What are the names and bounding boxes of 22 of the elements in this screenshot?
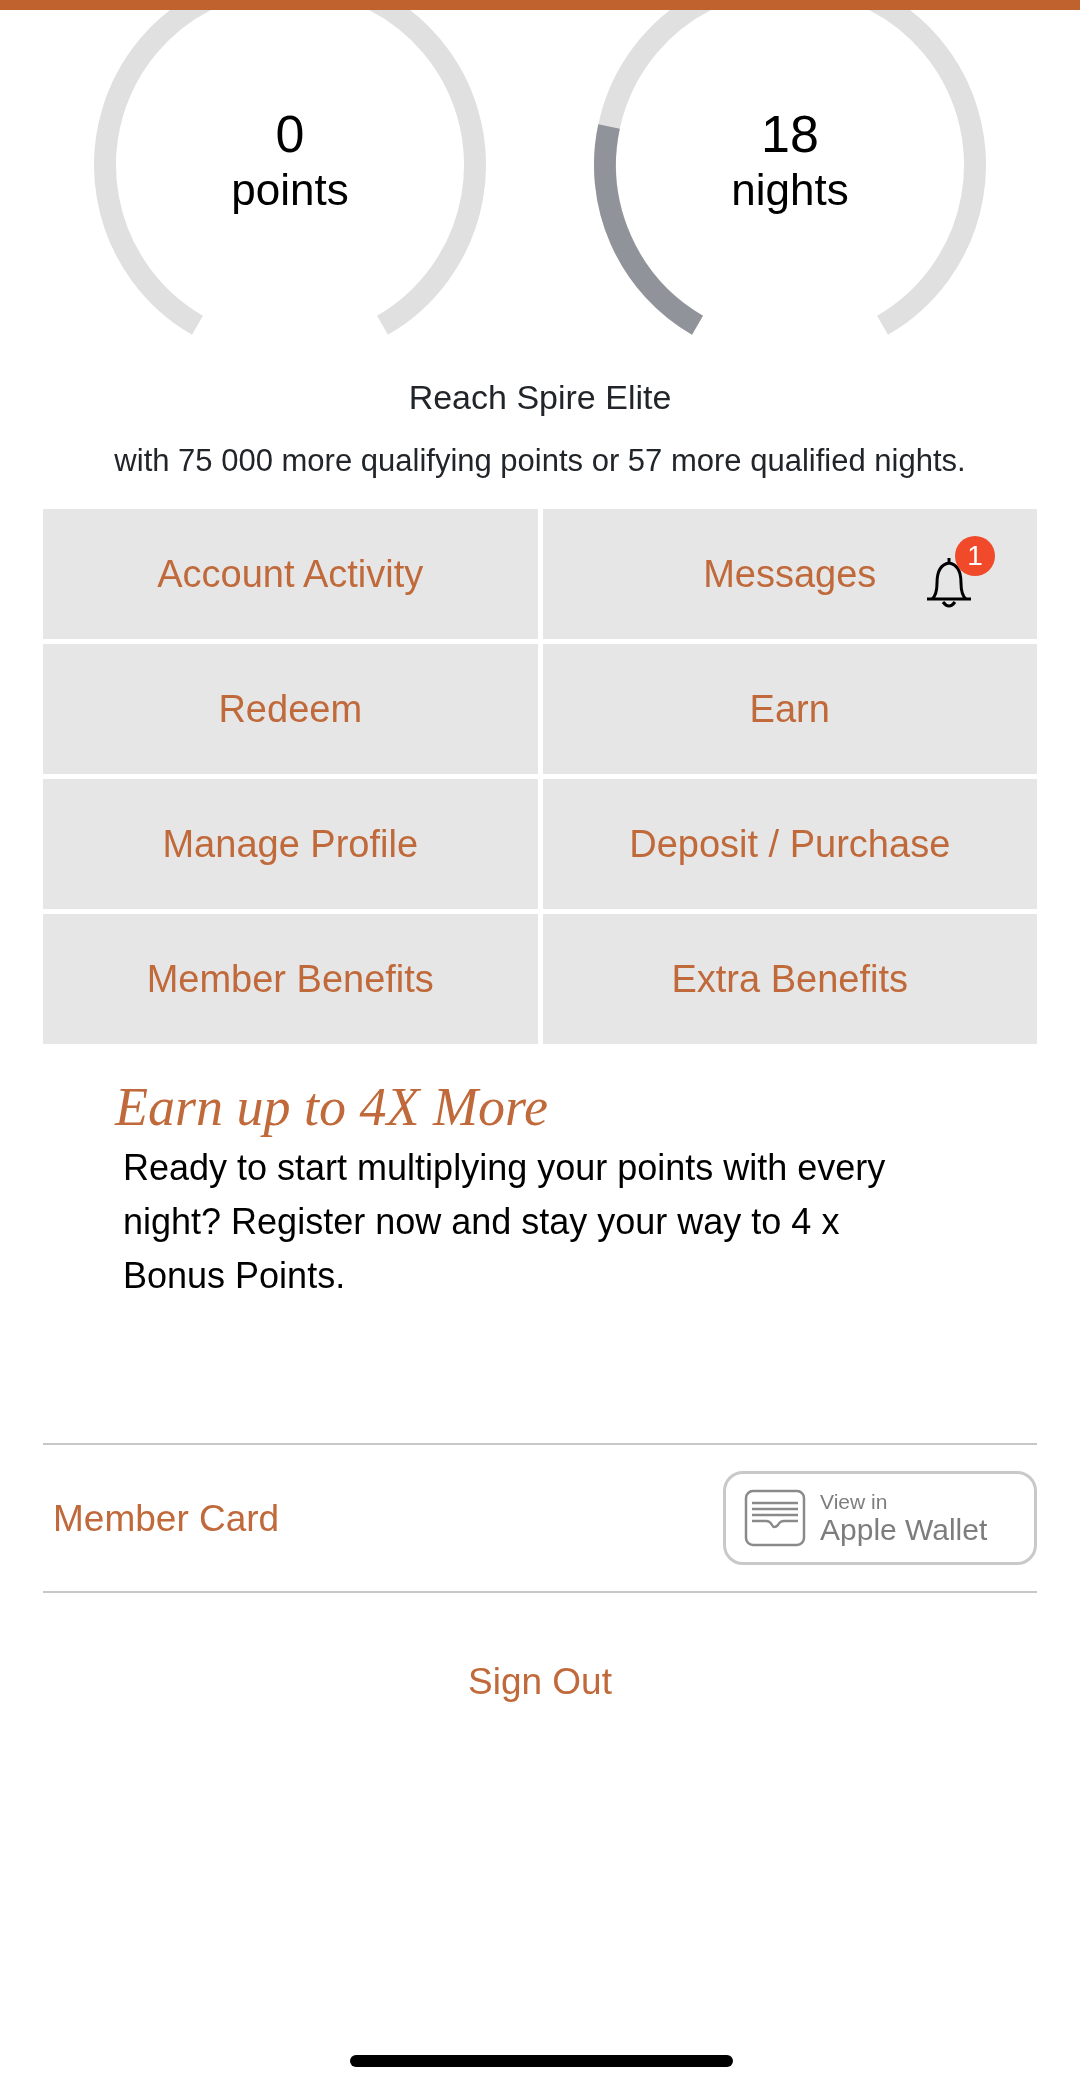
promo-text: Ready to start multiplying your points with every night? Register now and stay your way to 4 x Bonus Points.	[122, 1146, 887, 1299]
goal-text: with 75 000 more qualifying points or 57 more qualified nights.	[113, 442, 967, 480]
menu-tile[interactable]: Deposit / Purchase	[542, 779, 1037, 910]
wallet-icon	[744, 1489, 806, 1548]
notification-badge: 1	[955, 536, 995, 577]
promo-title: Earn up to 4X More	[115, 1078, 549, 1138]
apple-wallet-button[interactable]: View in Apple Wallet	[723, 1471, 1037, 1566]
gauge-unit: points	[231, 164, 349, 216]
menu-tile[interactable]: Account Activity	[43, 509, 538, 640]
menu-tile[interactable]: Earn	[542, 644, 1037, 775]
menu-tile[interactable]: Redeem	[43, 644, 538, 775]
menu-tile[interactable]: Manage Profile	[43, 779, 538, 910]
menu-tile[interactable]: Messages 1	[542, 509, 1037, 640]
home-indicator[interactable]	[350, 2055, 733, 2067]
gauge-unit: nights	[731, 164, 849, 216]
menu-tile[interactable]: Extra Benefits	[542, 914, 1037, 1045]
sign-out-link[interactable]: Sign Out	[462, 1653, 618, 1711]
member-card-label: Member Card	[52, 1496, 280, 1541]
menu-tile[interactable]: Member Benefits	[43, 914, 538, 1045]
goal-title: Reach Spire Elite	[407, 377, 673, 418]
gauge-value: 18	[761, 105, 819, 165]
gauge-value: 0	[275, 105, 305, 165]
